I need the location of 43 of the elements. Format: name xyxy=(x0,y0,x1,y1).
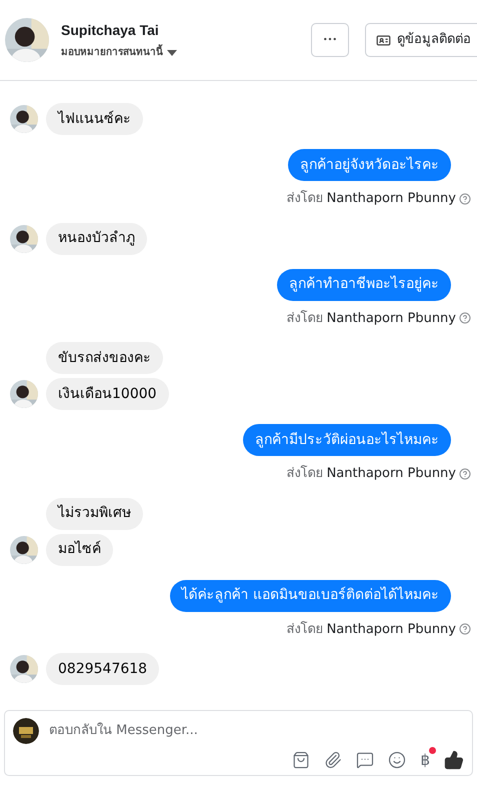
avatar xyxy=(10,536,38,564)
id-card-icon xyxy=(376,32,391,48)
help-icon[interactable] xyxy=(459,312,471,324)
help-icon[interactable] xyxy=(459,192,471,205)
shopping-bag-icon[interactable] xyxy=(292,751,310,769)
message-bubble: หนองบัวลำภู xyxy=(46,222,147,254)
message-bubble: ไม่รวมพิเศษ xyxy=(46,498,143,530)
paperclip-icon[interactable] xyxy=(324,751,342,769)
contact-name: Supitchaya Tai xyxy=(61,21,160,40)
contact-info-button[interactable]: ดูข้อมูลติดต่อ xyxy=(365,23,477,57)
caret-icon xyxy=(167,50,177,56)
message-bubble: ไฟแนนซ์คะ xyxy=(46,103,143,135)
message-bubble: ลูกค้าอยู่จังหวัดอะไรคะ xyxy=(288,149,451,181)
sent-by-label: ส่งโดย xyxy=(286,309,324,328)
sent-by-label: ส่งโดย xyxy=(286,620,324,638)
sender-name: Nanthaporn Pbunny xyxy=(326,620,456,638)
smile-icon[interactable] xyxy=(388,751,406,769)
avatar xyxy=(10,105,38,133)
assign-dropdown[interactable]: มอบหมายการสนทนานี้ xyxy=(61,45,177,60)
payment-button[interactable]: ฿ xyxy=(420,749,430,772)
avatar xyxy=(10,380,38,408)
avatar xyxy=(5,18,49,62)
message-bubble: 0829547618 xyxy=(46,653,160,685)
message-bubble: เงินเดือน10000 xyxy=(46,378,169,410)
avatar xyxy=(10,655,38,683)
sender-name: Nanthaporn Pbunny xyxy=(326,310,456,328)
more-button[interactable]: ••• xyxy=(311,23,349,57)
avatar xyxy=(10,224,38,252)
page-logo xyxy=(13,718,39,744)
chat-bubble-icon[interactable] xyxy=(356,751,374,769)
message-bubble: ได้ค่ะลูกค้า แอดมินขอเบอร์ติดต่อได้ไหมคะ xyxy=(170,580,451,612)
sender-name: Nanthaporn Pbunny xyxy=(326,190,456,208)
message-bubble: ขับรถส่งของคะ xyxy=(46,342,163,374)
thumbs-up-icon[interactable] xyxy=(444,750,464,770)
reply-box[interactable]: ตอบกลับใน Messenger... ฿ xyxy=(4,710,473,776)
message-bubble: ลูกค้ามีประวัติผ่อนอะไรไหมคะ xyxy=(243,424,451,456)
sent-by-label: ส่งโดย xyxy=(286,464,324,483)
help-icon[interactable] xyxy=(459,468,471,480)
help-icon[interactable] xyxy=(459,623,471,636)
message-bubble: มอไซค์ xyxy=(46,534,113,566)
message-bubble: ลูกค้าทำอาชีพอะไรอยู่คะ xyxy=(277,268,451,300)
sender-name: Nanthaporn Pbunny xyxy=(326,465,456,483)
sent-by-label: ส่งโดย xyxy=(286,189,324,208)
